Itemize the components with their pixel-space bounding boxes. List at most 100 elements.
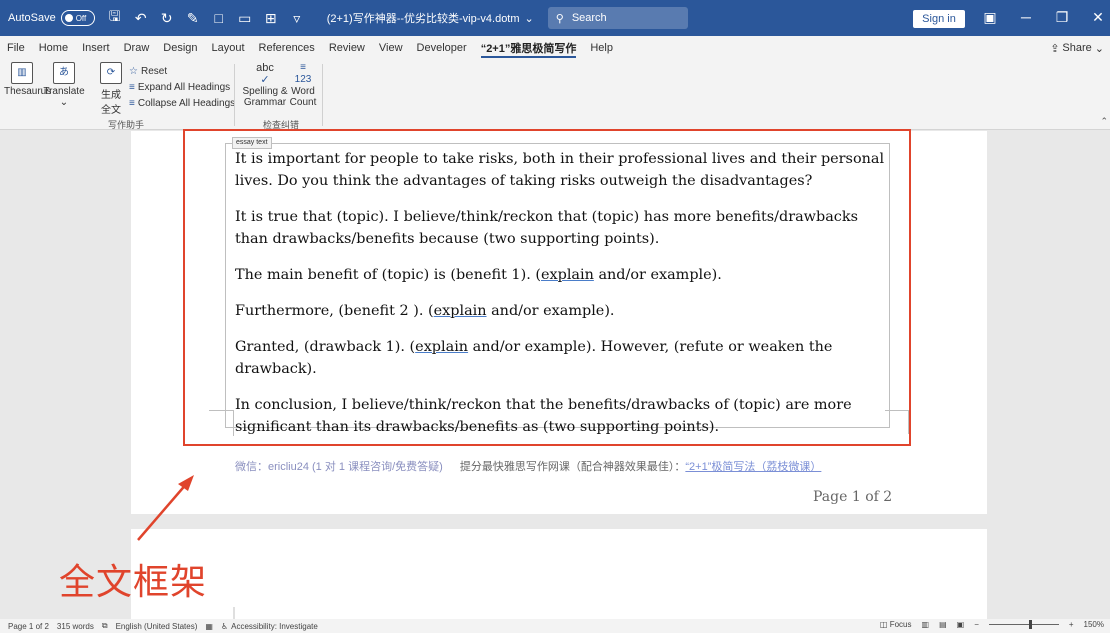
table-icon[interactable]: ⊞: [263, 10, 279, 27]
translate-icon: あ: [53, 62, 75, 84]
abc-check-icon: abc ✓: [256, 62, 274, 86]
tab-design[interactable]: Design: [156, 36, 204, 60]
collapse-all-headings-button[interactable]: ≡ Collapse All Headings: [129, 98, 235, 109]
quick-access-toolbar: 🖫 ↶ ↻ ✎ □ ▭ ⊞ ▿: [107, 6, 305, 30]
group-separator: [322, 64, 323, 126]
ribbon-display-icon[interactable]: ▣: [982, 9, 998, 26]
focus-button[interactable]: ◫ Focus: [880, 620, 912, 629]
status-bar: Page 1 of 2 315 words ⧉ English (United …: [0, 619, 1110, 633]
collapse-icon: ≡: [129, 98, 135, 109]
search-placeholder: Search: [571, 12, 607, 24]
read-mode-icon[interactable]: ▥: [922, 620, 930, 629]
annotation-label: 全文框架: [59, 561, 208, 602]
dropdown-arrow-icon: ⌄: [59, 97, 69, 108]
footer-wechat: 微信：ericliu24 (1 对 1 课程咨询/免费答疑): [235, 461, 443, 473]
collapse-label: Collapse All Headings: [137, 98, 236, 109]
web-layout-icon[interactable]: ▣: [957, 620, 965, 629]
spelling-grammar-button[interactable]: abc ✓ Spelling & Grammar: [242, 62, 288, 108]
zoom-level[interactable]: 150%: [1084, 620, 1104, 629]
accessibility-icon: ♿: [220, 621, 229, 631]
format-painter-icon[interactable]: ✎: [185, 10, 201, 27]
zoom-out-icon[interactable]: −: [974, 620, 979, 629]
tab-draw[interactable]: Draw: [117, 36, 157, 60]
wordcount-label-2: Count: [289, 97, 317, 108]
text-predictions-icon[interactable]: ▦: [205, 622, 213, 631]
undo-icon[interactable]: ↶: [133, 10, 149, 27]
customize-qat-icon[interactable]: ▿: [289, 10, 305, 27]
spelling-label-2: Grammar: [243, 97, 287, 108]
page-number: Page 1 of 2: [813, 489, 893, 505]
new-document-icon[interactable]: □: [211, 10, 227, 26]
document-title-text: (2+1)写作神器--优劣比较类-vip-v4.dotm: [326, 13, 520, 25]
print-layout-icon[interactable]: ▤: [939, 620, 947, 629]
focus-icon: ◫: [879, 620, 890, 629]
search-icon: ⚲: [555, 12, 564, 25]
focus-label: Focus: [889, 620, 912, 629]
tab-layout[interactable]: Layout: [205, 36, 252, 60]
open-folder-icon[interactable]: ▭: [237, 10, 253, 27]
status-right: ◫ Focus ▥ ▤ ▣ − + 150%: [880, 620, 1104, 629]
share-icon: ⇪: [1050, 42, 1060, 55]
expand-label: Expand All Headings: [137, 82, 231, 93]
footer-course-link[interactable]: “2+1”极简写法（荔枝微课）: [685, 461, 821, 473]
tab-home[interactable]: Home: [32, 36, 75, 60]
chevron-down-icon: ⌄: [1094, 42, 1104, 55]
redo-icon[interactable]: ↻: [159, 10, 175, 27]
generate-label-2: 全文: [101, 105, 121, 116]
wordcount-label-1: Word: [291, 86, 315, 97]
proofing-icon[interactable]: ⧉: [102, 621, 108, 631]
autosave-control[interactable]: AutoSave Off: [8, 10, 95, 26]
footer-course: 提分最快雅思写作网课（配合神器效果最佳）：: [459, 461, 686, 473]
autosave-state: Off: [75, 13, 87, 23]
generate-label-1: 生成: [101, 90, 121, 101]
ribbon: ▥ Thesaurus あ Translate ⌄ ⟳ 生成 全文 ☆ Reset …: [0, 60, 1110, 130]
reset-button[interactable]: ☆ Reset: [129, 66, 167, 77]
tab-help[interactable]: Help: [583, 36, 620, 60]
tab-developer[interactable]: Developer: [410, 36, 474, 60]
zoom-slider[interactable]: [988, 620, 1059, 629]
document-generate-icon: ⟳: [100, 62, 122, 84]
collapse-ribbon-icon[interactable]: ⌃: [1100, 116, 1108, 127]
title-bar: AutoSave Off 🖫 ↶ ↻ ✎ □ ▭ ⊞ ▿ (2+1)写作神器--…: [0, 0, 1110, 36]
tab-references[interactable]: References: [252, 36, 322, 60]
annotation-highlight-box: [183, 129, 911, 446]
book-icon: ▥: [11, 62, 33, 84]
document-title[interactable]: (2+1)写作神器--优劣比较类-vip-v4.dotm ⌄: [327, 10, 534, 26]
accessibility-checker[interactable]: ♿ Accessibility: Investigate: [221, 622, 318, 631]
tab-review[interactable]: Review: [322, 36, 372, 60]
zoom-in-icon[interactable]: +: [1069, 620, 1074, 629]
language-indicator[interactable]: English (United States): [116, 622, 198, 631]
save-icon[interactable]: 🖫: [107, 6, 123, 30]
window-controls: ▣ ─ ❐ ✕: [982, 9, 1106, 26]
word-count[interactable]: 315 words: [57, 622, 94, 631]
tab-insert[interactable]: Insert: [75, 36, 117, 60]
generate-full-text-button[interactable]: ⟳ 生成 全文: [99, 62, 123, 116]
search-box[interactable]: ⚲ Search: [547, 7, 688, 29]
translate-button[interactable]: あ Translate ⌄: [42, 62, 86, 108]
expand-all-headings-button[interactable]: ≡ Expand All Headings: [129, 82, 230, 93]
tab-view[interactable]: View: [372, 36, 410, 60]
share-button[interactable]: ⇪ Share ⌄: [1050, 36, 1104, 60]
translate-label: Translate: [43, 86, 85, 97]
tab-file[interactable]: File: [0, 36, 32, 60]
page-indicator[interactable]: Page 1 of 2: [8, 622, 49, 631]
document-page-2[interactable]: [131, 529, 987, 619]
expand-icon: ≡: [129, 82, 135, 93]
autosave-label: AutoSave: [8, 12, 56, 24]
tab-ielts-writing[interactable]: “2+1”雅思极简写作: [474, 36, 584, 60]
reset-label: Reset: [140, 66, 168, 77]
close-icon[interactable]: ✕: [1090, 9, 1106, 26]
share-label: Share: [1062, 42, 1092, 54]
zoom-thumb[interactable]: [1028, 620, 1032, 629]
group-separator: [234, 64, 235, 126]
maximize-icon[interactable]: ❐: [1054, 9, 1070, 26]
thesaurus-button[interactable]: ▥ Thesaurus: [4, 62, 51, 97]
footer-note: 微信：ericliu24 (1 对 1 课程咨询/免费答疑) 提分最快雅思写作网…: [235, 458, 821, 474]
word-count-button[interactable]: ≡ 123 Word Count: [288, 62, 318, 108]
autosave-toggle[interactable]: Off: [60, 10, 95, 26]
minimize-icon[interactable]: ─: [1018, 9, 1034, 26]
sign-in-button[interactable]: Sign in: [913, 10, 965, 28]
spelling-label-1: Spelling &: [242, 86, 288, 97]
chevron-down-icon: ⌄: [524, 12, 534, 25]
toggle-dot: [64, 14, 73, 22]
